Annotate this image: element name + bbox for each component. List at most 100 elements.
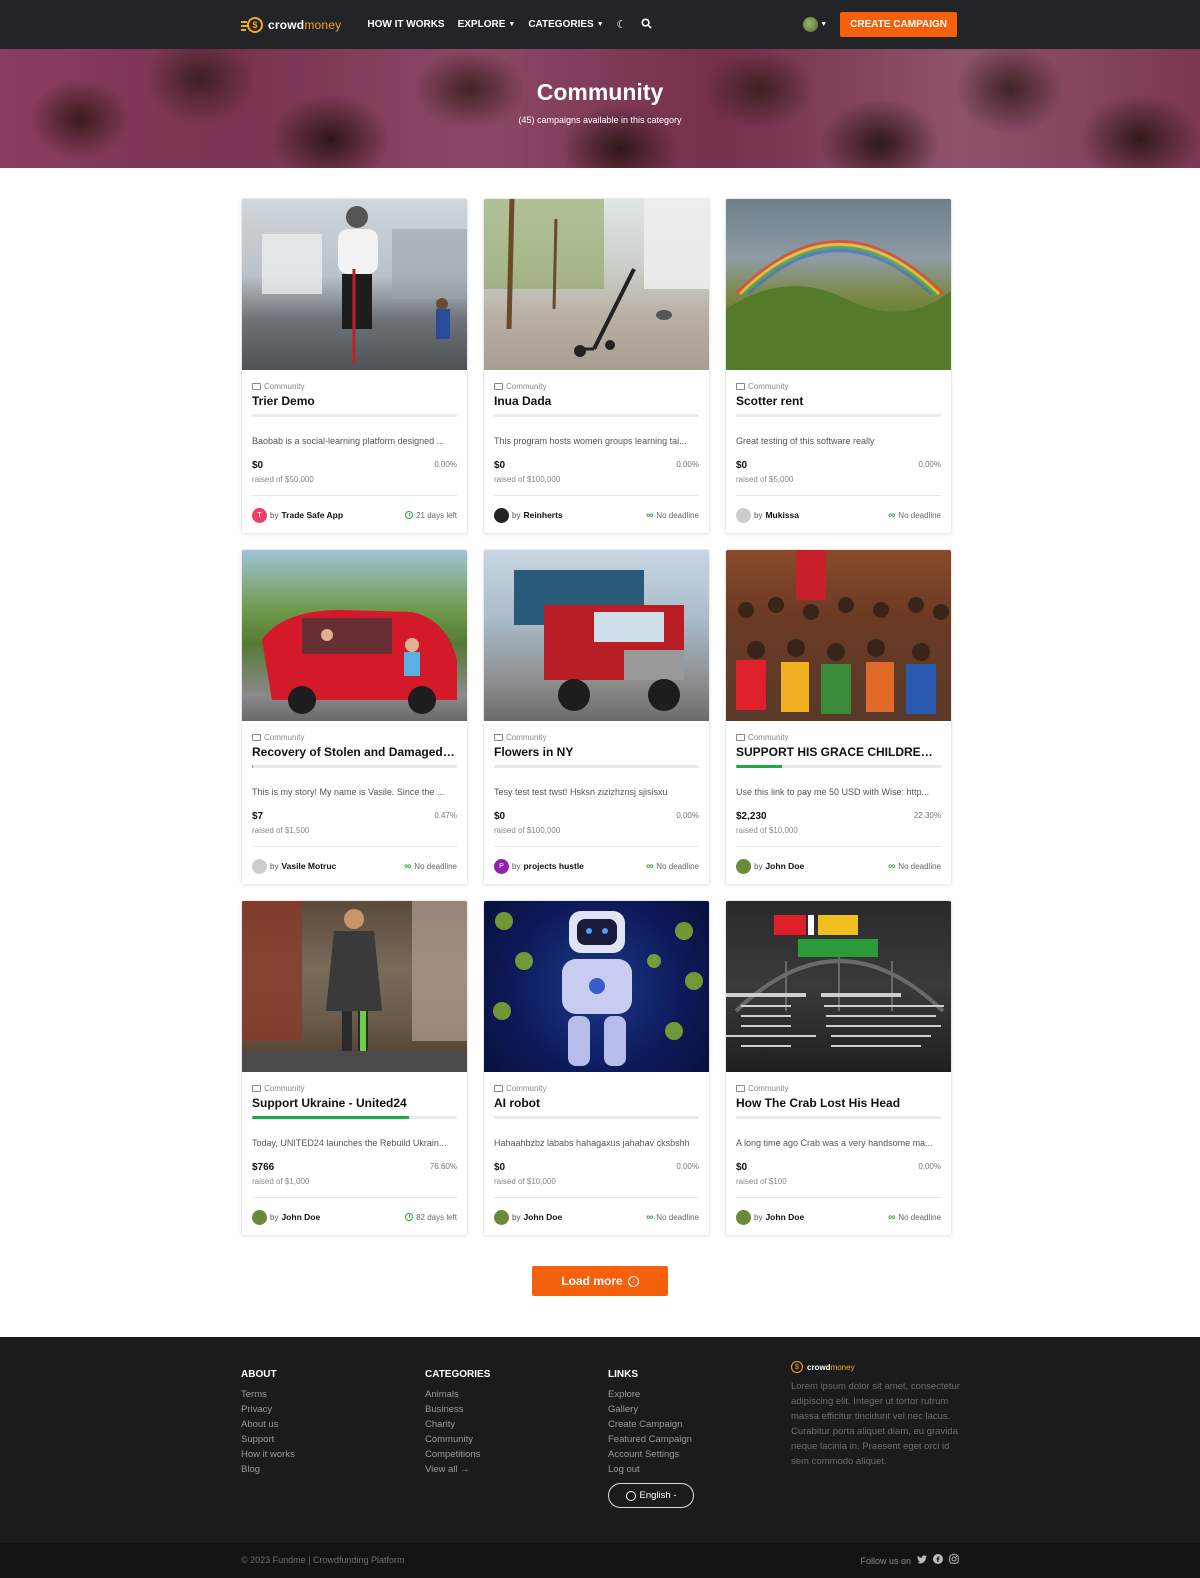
footer-categories-column: CATEGORIES Animals Business Charity Comm…: [425, 1369, 490, 1477]
campaign-card[interactable]: Community Inua Dada This program hosts w…: [483, 198, 710, 534]
footer-link-gallery[interactable]: Gallery: [608, 1402, 694, 1417]
campaign-title[interactable]: Recovery of Stolen and Damaged C...: [252, 745, 457, 761]
funded-percent: 0.00%: [918, 1162, 941, 1171]
goal-amount: raised of $100: [736, 1177, 787, 1186]
footer-link-support[interactable]: Support: [241, 1432, 295, 1447]
avatar: [494, 507, 509, 523]
goal-amount: raised of $5,000: [736, 475, 794, 484]
campaign-card[interactable]: Community Recovery of Stolen and Damaged…: [241, 549, 468, 885]
campaign-image[interactable]: [484, 550, 709, 721]
footer-brand-column: $ crowdmoney Lorem ipsum dolor sit amet,…: [791, 1361, 961, 1469]
campaign-card[interactable]: Community SUPPORT HIS GRACE CHILDREN MI.…: [725, 549, 952, 885]
campaign-image[interactable]: [726, 199, 951, 370]
footer-logo[interactable]: $ crowdmoney: [791, 1361, 961, 1373]
facebook-icon[interactable]: [933, 1554, 943, 1567]
campaign-author[interactable]: Tby Trade Safe App: [252, 507, 343, 523]
twitter-icon[interactable]: [917, 1554, 927, 1567]
footer-link-privacy[interactable]: Privacy: [241, 1402, 295, 1417]
campaign-title[interactable]: Inua Dada: [494, 394, 699, 410]
footer-link-view-all[interactable]: View all →: [425, 1462, 490, 1477]
footer-link-how-it-works[interactable]: How it works: [241, 1447, 295, 1462]
campaign-card[interactable]: Community AI robot Hahaahbzbz lababs hah…: [483, 900, 710, 1236]
campaign-title[interactable]: Flowers in NY: [494, 745, 699, 761]
progress-bar: [252, 1116, 457, 1119]
follow-label: Follow us on: [860, 1555, 911, 1566]
category-label[interactable]: Community: [252, 1082, 457, 1094]
load-more-button[interactable]: Load more ↓: [532, 1266, 668, 1296]
deadline-status: ∞ No deadline: [888, 861, 941, 872]
deadline-status: ∞ No deadline: [646, 1212, 699, 1223]
category-label[interactable]: Community: [252, 380, 457, 392]
site-logo[interactable]: $ crowdmoney: [241, 16, 341, 33]
campaign-image[interactable]: [242, 901, 467, 1072]
campaign-title[interactable]: Trier Demo: [252, 394, 457, 410]
nav-explore[interactable]: EXPLORE ▼: [458, 19, 516, 30]
category-label[interactable]: Community: [736, 1082, 941, 1094]
campaign-image[interactable]: [726, 550, 951, 721]
campaign-description: Tesy test test twst! Hsksn zizizhznsj sj…: [494, 787, 668, 797]
author-name: John Doe: [281, 1212, 321, 1222]
campaign-author[interactable]: Pby projects hustle: [494, 858, 584, 874]
campaign-title[interactable]: SUPPORT HIS GRACE CHILDREN MI...: [736, 745, 941, 761]
campaign-card[interactable]: Community Scotter rent Great testing of …: [725, 198, 952, 534]
campaign-author[interactable]: by John Doe: [252, 1209, 321, 1225]
footer-link-log-out[interactable]: Log out: [608, 1462, 694, 1477]
category-label[interactable]: Community: [494, 380, 699, 392]
instagram-icon[interactable]: [949, 1554, 959, 1567]
category-label[interactable]: Community: [494, 1082, 699, 1094]
avatar: [252, 858, 267, 874]
category-hero-banner: Community (45) campaigns available in th…: [0, 49, 1200, 168]
deadline-status: 82 days left: [405, 1213, 457, 1222]
campaign-author[interactable]: by John Doe: [494, 1209, 562, 1225]
author-name: projects hustle: [523, 861, 584, 871]
campaign-author[interactable]: by Vasile Motruc: [252, 858, 336, 874]
language-selector[interactable]: English -: [608, 1483, 694, 1508]
campaign-image[interactable]: [242, 199, 467, 370]
footer-link-account-settings[interactable]: Account Settings: [608, 1447, 694, 1462]
campaign-author[interactable]: by Reinherts: [494, 507, 563, 523]
footer-link-community[interactable]: Community: [425, 1432, 490, 1447]
dark-mode-moon-icon[interactable]: ☾: [617, 18, 627, 31]
folder-icon: [252, 733, 261, 741]
campaign-title[interactable]: How The Crab Lost His Head: [736, 1096, 941, 1112]
footer-link-terms[interactable]: Terms: [241, 1387, 295, 1402]
category-label[interactable]: Community: [494, 731, 699, 743]
nav-categories[interactable]: CATEGORIES ▼: [528, 19, 603, 30]
footer-link-competitions[interactable]: Competitions: [425, 1447, 490, 1462]
campaign-author[interactable]: by Mukissa: [736, 507, 799, 523]
campaign-card[interactable]: Community How The Crab Lost His Head A l…: [725, 900, 952, 1236]
footer-link-business[interactable]: Business: [425, 1402, 490, 1417]
campaign-title[interactable]: Scotter rent: [736, 394, 941, 410]
footer-link-charity[interactable]: Charity: [425, 1417, 490, 1432]
avatar: [494, 1209, 509, 1225]
footer-link-animals[interactable]: Animals: [425, 1387, 490, 1402]
nav-how-it-works[interactable]: HOW IT WORKS: [367, 19, 444, 30]
avatar: [736, 507, 751, 523]
logo-text-crowd: crowd: [268, 17, 305, 32]
search-icon[interactable]: [640, 17, 652, 32]
category-label[interactable]: Community: [736, 731, 941, 743]
category-label[interactable]: Community: [252, 731, 457, 743]
campaign-author[interactable]: by John Doe: [736, 858, 804, 874]
footer-link-create-campaign[interactable]: Create Campaign: [608, 1417, 694, 1432]
footer-link-blog[interactable]: Blog: [241, 1462, 295, 1477]
campaign-card[interactable]: Community Flowers in NY Tesy test test t…: [483, 549, 710, 885]
campaign-card[interactable]: Community Support Ukraine - United24 Tod…: [241, 900, 468, 1236]
campaign-image[interactable]: [726, 901, 951, 1072]
campaign-title[interactable]: Support Ukraine - United24: [252, 1096, 457, 1112]
by-label: by: [512, 510, 521, 520]
campaign-author[interactable]: by John Doe: [736, 1209, 804, 1225]
category-label[interactable]: Community: [736, 380, 941, 392]
user-menu[interactable]: ▼: [803, 17, 827, 32]
create-campaign-button[interactable]: CREATE CAMPAIGN: [840, 12, 957, 37]
funded-percent: 0.00%: [676, 1162, 699, 1171]
footer-link-featured-campaign[interactable]: Featured Campaign: [608, 1432, 694, 1447]
campaign-title[interactable]: AI robot: [494, 1096, 699, 1112]
campaign-image[interactable]: [484, 901, 709, 1072]
footer-link-explore[interactable]: Explore: [608, 1387, 694, 1402]
campaign-image[interactable]: [484, 199, 709, 370]
funded-percent: 0.00%: [918, 460, 941, 469]
campaign-card[interactable]: Community Trier Demo Baobab is a social-…: [241, 198, 468, 534]
footer-link-about-us[interactable]: About us: [241, 1417, 295, 1432]
campaign-image[interactable]: [242, 550, 467, 721]
